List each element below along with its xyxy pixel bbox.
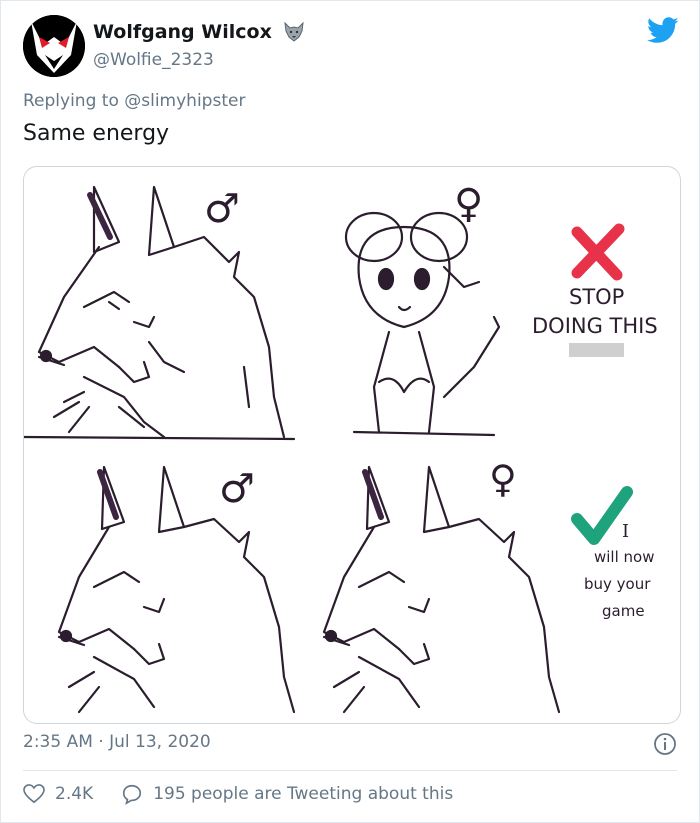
divider: [23, 770, 677, 771]
male-symbol-top: ♂: [204, 186, 240, 232]
avatar[interactable]: [23, 15, 85, 77]
author-name[interactable]: Wolfgang Wilcox: [93, 21, 272, 43]
wolf-badge-icon: [283, 21, 305, 46]
stop-text-line2: DOING THIS: [532, 314, 658, 338]
good-text-line4: game: [602, 602, 645, 620]
wolf-drawing-bottom-right: [322, 465, 561, 714]
red-x-icon: [571, 223, 625, 281]
heart-icon: [23, 784, 45, 804]
info-icon[interactable]: [653, 732, 677, 760]
green-check-icon: [571, 486, 633, 545]
pixelated-censor: [569, 343, 624, 357]
tweet-card: Wolfgang Wilcox @Wolfie_2323 Replying to…: [0, 0, 700, 823]
author-info: Wolfgang Wilcox @Wolfie_2323: [93, 21, 305, 70]
female-symbol-top: ♀: [454, 181, 483, 227]
replying-prefix: Replying to: [23, 91, 119, 111]
speech-bubble-icon: [123, 784, 142, 805]
good-text-line3: buy your: [584, 575, 651, 593]
wolf-drawing-bottom-left: [57, 465, 296, 714]
tweet-image[interactable]: ♂ ♀ ♂ ♀ STOP DOING THIS I will now buy y…: [23, 166, 681, 724]
author-handle[interactable]: @Wolfie_2323: [93, 50, 305, 70]
discussion-action[interactable]: 195 people are Tweeting about this: [121, 783, 453, 805]
tweet-text: Same energy: [23, 121, 170, 146]
tweet-header: Wolfgang Wilcox @Wolfie_2323: [23, 15, 685, 81]
replying-to: Replying to @slimyhipster: [23, 91, 245, 111]
reply-target-link[interactable]: @slimyhipster: [124, 91, 245, 111]
female-symbol-bottom: ♀: [489, 457, 517, 501]
twitter-bird-icon[interactable]: [647, 17, 679, 48]
male-symbol-bottom: ♂: [219, 466, 255, 512]
tweet-actions: 2.4K 195 people are Tweeting about this: [23, 783, 481, 805]
good-text-line2: will now: [594, 548, 655, 566]
like-count: 2.4K: [55, 784, 94, 804]
discussion-text: 195 people are Tweeting about this: [153, 784, 454, 804]
good-text-line1: I: [622, 521, 629, 542]
like-action[interactable]: 2.4K: [23, 784, 93, 804]
stop-text-line1: STOP: [569, 285, 624, 309]
wolf-drawing-top-left: [24, 185, 296, 441]
mouse-girl-drawing: [344, 211, 501, 437]
meme-drawing: ♂ ♀ ♂ ♀ STOP DOING THIS I will now buy y…: [24, 181, 658, 714]
tweet-timestamp[interactable]: 2:35 AM · Jul 13, 2020: [23, 732, 211, 752]
